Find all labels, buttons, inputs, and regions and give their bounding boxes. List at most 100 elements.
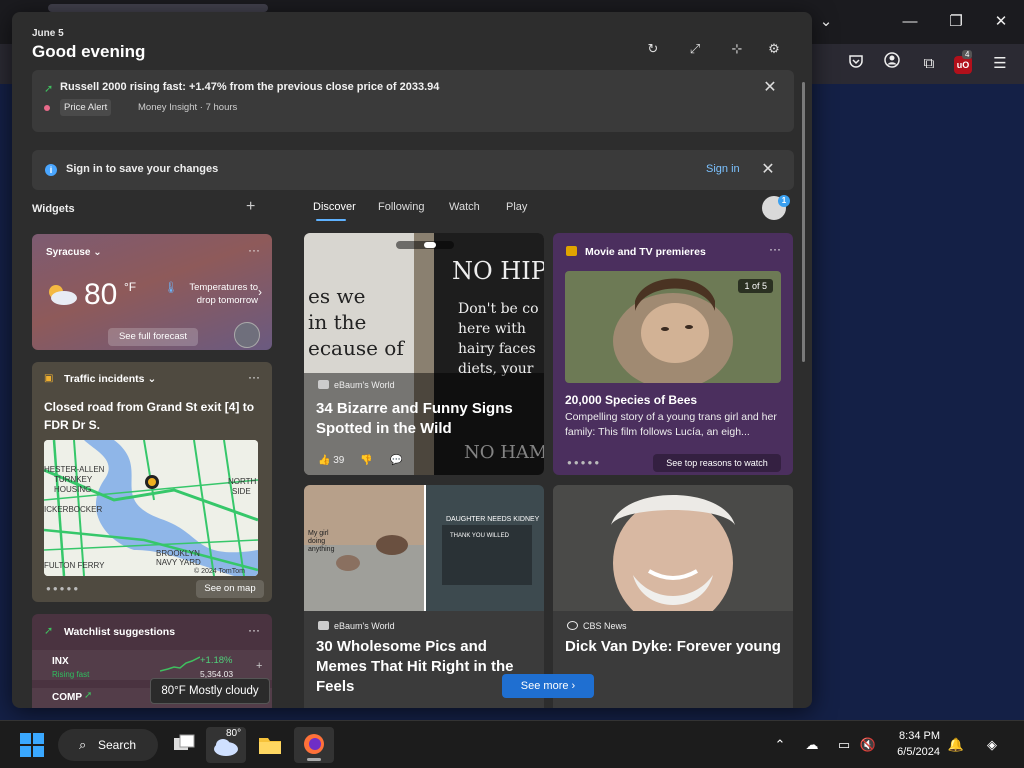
price-alert-tag: Price Alert xyxy=(60,99,112,116)
weather-location[interactable]: Syracuse ⌄ xyxy=(46,247,102,258)
more-options-icon[interactable]: ··· xyxy=(769,242,781,256)
svg-text:My girl: My girl xyxy=(308,530,329,537)
refresh-icon[interactable]: ↻ xyxy=(642,38,664,60)
map-label: HESTER-ALLEN xyxy=(44,465,105,474)
signin-close-icon[interactable]: ✕ xyxy=(758,160,778,180)
card-title: Movie and TV premieres xyxy=(585,246,706,258)
movie-title[interactable]: 20,000 Species of Bees xyxy=(565,393,697,407)
pocket-icon[interactable] xyxy=(844,52,868,76)
article-source: CBS News xyxy=(567,621,627,631)
svg-text:DAUGHTER NEEDS KIDNEY: DAUGHTER NEEDS KIDNEY xyxy=(446,516,540,523)
cbs-logo-icon xyxy=(567,621,578,630)
chevron-down-icon[interactable]: ⌄ xyxy=(814,10,838,34)
taskbar-search[interactable]: ⌕ Search xyxy=(58,729,158,761)
map-label: BROOKLYN xyxy=(156,549,200,558)
svg-text:hairy faces: hairy faces xyxy=(458,341,536,357)
map-label: SIDE xyxy=(232,487,251,496)
partly-cloudy-icon xyxy=(49,285,77,305)
movie-image[interactable]: 1 of 5 xyxy=(565,271,781,383)
svg-text:here with: here with xyxy=(458,321,526,337)
full-forecast-button[interactable]: See full forecast xyxy=(108,328,198,346)
menu-icon[interactable]: ☰ xyxy=(988,52,1012,76)
dislike-icon[interactable]: 👎 xyxy=(360,455,372,466)
like-button[interactable]: 👍 39 xyxy=(318,455,344,466)
movie-premieres-card[interactable]: Movie and TV premieres ··· 1 of 5 20,000… xyxy=(553,233,793,475)
firefox-button[interactable] xyxy=(294,727,334,763)
traffic-widget[interactable]: ▣ Traffic incidents ⌄ ··· Closed road fr… xyxy=(32,362,272,602)
more-options-icon[interactable]: ··· xyxy=(248,370,260,384)
comment-icon[interactable]: 💬 xyxy=(390,455,402,466)
radar-map-icon[interactable] xyxy=(234,322,260,348)
windows-start-icon[interactable] xyxy=(20,733,44,757)
add-widget-icon[interactable]: + xyxy=(246,198,255,216)
alert-meta: Money Insight · 7 hours xyxy=(138,102,238,113)
traffic-title[interactable]: Traffic incidents ⌄ xyxy=(64,373,156,385)
settings-gear-icon[interactable]: ⚙ xyxy=(763,38,785,60)
weather-tooltip: 80°F Mostly cloudy xyxy=(150,678,270,704)
tab-play[interactable]: Play xyxy=(506,201,527,213)
search-icon: ⌕ xyxy=(79,737,87,752)
browser-tab[interactable] xyxy=(48,4,268,12)
volume-icon[interactable]: 🔇 xyxy=(858,735,878,755)
rising-arrow-icon: ➚ xyxy=(84,690,93,701)
weather-note: Temperatures to drop tomorrow xyxy=(189,282,258,306)
task-view-button[interactable] xyxy=(164,727,204,763)
watchlist-row[interactable]: INX Rising fast +1.18% 5,354.03 + xyxy=(32,650,272,680)
alert-close-icon[interactable]: ✕ xyxy=(760,78,780,98)
close-icon[interactable]: ✕ xyxy=(989,10,1013,34)
weather-widget[interactable]: Syracuse ⌄ ··· 80 °F 🌡 Temperatures to d… xyxy=(32,234,272,350)
top-reasons-button[interactable]: See top reasons to watch xyxy=(653,454,781,472)
tab-following[interactable]: Following xyxy=(378,201,424,213)
article-source: eBaum's World xyxy=(318,621,395,631)
see-on-map-button[interactable]: See on map xyxy=(196,580,264,598)
carousel-dots[interactable]: ●●●●● xyxy=(567,458,601,467)
clock-date[interactable]: 6/5/2024 xyxy=(876,746,940,758)
traffic-map[interactable]: HESTER-ALLEN TURNKEY HOUSING ICKERBOCKER… xyxy=(44,440,258,576)
see-more-button[interactable]: See more › xyxy=(502,674,594,698)
sparkline-chart xyxy=(160,656,200,672)
movie-description: Compelling story of a young trans girl a… xyxy=(565,411,777,438)
stock-change: +1.18% xyxy=(200,655,233,666)
chevron-right-icon[interactable]: › xyxy=(258,285,262,299)
carousel-dots[interactable]: ●●●●● xyxy=(46,584,80,593)
tab-discover[interactable]: Discover xyxy=(313,201,356,213)
stock-symbol: INX xyxy=(52,656,69,667)
article-headline[interactable]: Dick Van Dyke: Forever young xyxy=(565,637,785,657)
minimize-icon[interactable]: — xyxy=(898,10,922,34)
restore-icon[interactable]: ❐ xyxy=(944,10,968,34)
scrollbar[interactable] xyxy=(802,82,805,362)
pin-icon[interactable]: ⊹ xyxy=(726,38,748,60)
map-label: HOUSING xyxy=(54,485,91,494)
add-stock-icon[interactable]: + xyxy=(256,660,262,672)
search-label: Search xyxy=(98,738,137,752)
rising-arrow-icon: ➚ xyxy=(44,83,54,95)
widgets-panel: June 5 Good evening ↻ ⤢ ⊹ ⚙ ➚ Russell 20… xyxy=(12,12,812,708)
tab-watch[interactable]: Watch xyxy=(449,201,480,213)
display-icon[interactable]: ▭ xyxy=(834,735,854,755)
file-explorer-button[interactable] xyxy=(250,727,290,763)
weather-unit: °F xyxy=(124,280,137,294)
svg-text:anything: anything xyxy=(308,546,335,553)
signin-link[interactable]: Sign in xyxy=(706,163,740,175)
article-headline[interactable]: 34 Bizarre and Funny Signs Spotted in th… xyxy=(316,399,536,439)
onedrive-icon[interactable]: ☁ xyxy=(802,735,822,755)
map-label: NORTH xyxy=(228,477,257,486)
widgets-heading: Widgets xyxy=(32,203,75,215)
notification-bell-icon[interactable]: 🔔 xyxy=(946,735,966,755)
more-options-icon[interactable]: ··· xyxy=(248,623,260,637)
more-options-icon[interactable]: ··· xyxy=(248,243,260,257)
news-card[interactable]: es we in the ecause of NO HIPS Don't be … xyxy=(304,233,544,475)
account-icon[interactable] xyxy=(880,52,904,76)
chevron-up-icon[interactable]: ⌃ xyxy=(770,735,790,755)
extensions-icon[interactable]: ⧉ xyxy=(917,52,941,76)
traffic-description: Closed road from Grand St exit [4] to FD… xyxy=(44,400,255,432)
svg-text:in the: in the xyxy=(308,310,366,334)
expand-icon[interactable]: ⤢ xyxy=(684,38,706,60)
price-alert-card[interactable]: ➚ Russell 2000 rising fast: +1.47% from … xyxy=(32,70,794,132)
greeting: Good evening xyxy=(32,42,146,61)
article-source: eBaum's World xyxy=(318,380,395,390)
clock-time[interactable]: 8:34 PM xyxy=(876,730,940,742)
copilot-icon[interactable]: ◈ xyxy=(982,735,1002,755)
map-label: NAVY YARD xyxy=(156,558,201,567)
alert-title: Russell 2000 rising fast: +1.47% from th… xyxy=(60,81,440,93)
